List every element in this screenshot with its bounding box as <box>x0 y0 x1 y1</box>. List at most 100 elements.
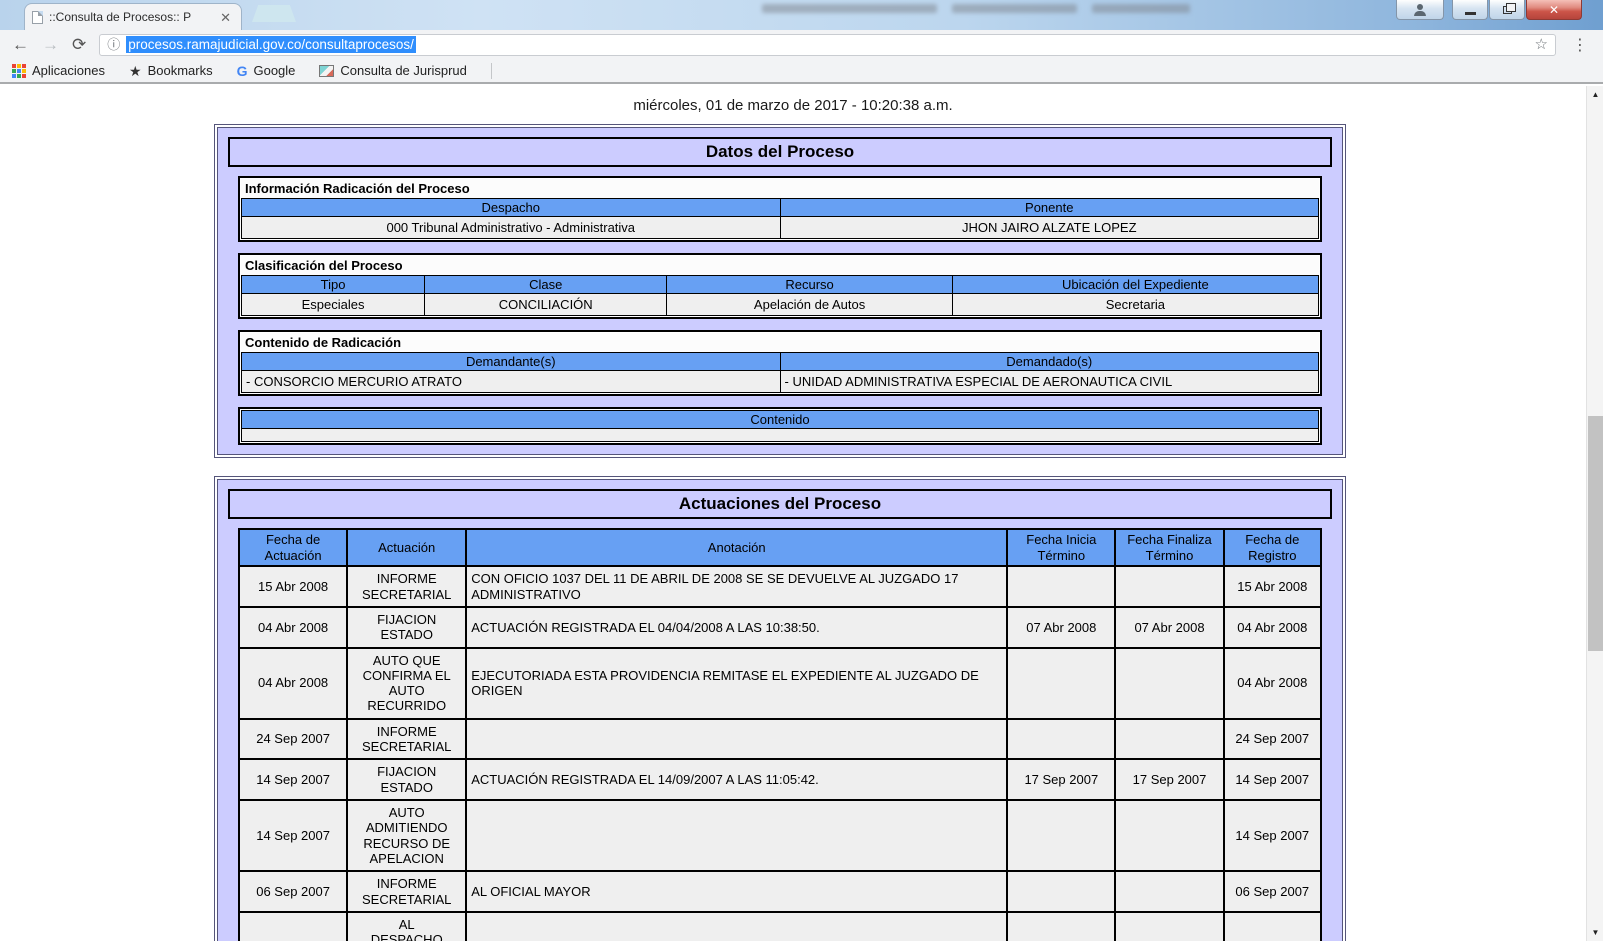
restore-icon <box>1503 6 1512 14</box>
anotacion-cell <box>466 719 1007 760</box>
actuacion-cell: INFORME SECRETARIAL <box>347 719 466 760</box>
fecha-finaliza-cell <box>1115 912 1223 941</box>
actuacion-cell: AUTO ADMITIENDO RECURSO DE APELACION <box>347 800 466 871</box>
fecha-registro-cell: 14 Sep 2007 <box>1224 759 1321 800</box>
anotacion-cell: CON OFICIO 1037 DEL 11 DE ABRIL DE 2008 … <box>466 566 1007 607</box>
actuaciones-table-body: 15 Abr 2008 INFORME SECRETARIAL CON OFICIO… <box>239 566 1321 941</box>
fecha-actuacion-cell: 14 Sep 2007 <box>239 800 347 871</box>
column-header-demandantes: Demandante(s) <box>242 353 781 371</box>
actuacion-cell: FIJACION ESTADO <box>347 759 466 800</box>
actuacion-cell: FIJACION ESTADO <box>347 607 466 648</box>
column-header-recurso: Recurso <box>667 276 952 294</box>
bookmark-apps[interactable]: Aplicaciones <box>12 63 105 78</box>
page-favicon <box>32 11 43 24</box>
apps-grid-icon <box>12 64 26 78</box>
fecha-actuacion-cell: 04 Abr 2008 <box>239 607 347 648</box>
column-header-tipo: Tipo <box>242 276 425 294</box>
column-header-despacho: Despacho <box>242 199 781 217</box>
fecha-finaliza-cell <box>1115 800 1223 871</box>
fecha-finaliza-cell: 17 Sep 2007 <box>1115 759 1223 800</box>
bookmark-google[interactable]: G Google <box>237 63 296 78</box>
column-header-demandados: Demandado(s) <box>780 353 1319 371</box>
page-info-icon[interactable]: ⓘ <box>107 38 120 51</box>
chrome-menu-icon[interactable]: ⋮ <box>1569 35 1591 55</box>
fecha-actuacion-cell: 24 Sep 2007 <box>239 719 347 760</box>
maximize-button[interactable] <box>1489 0 1525 20</box>
fecha-inicia-cell <box>1007 566 1115 607</box>
bookmarks-separator <box>491 63 492 79</box>
minimize-icon <box>1465 12 1476 15</box>
fecha-inicia-cell <box>1007 912 1115 941</box>
section-label: Clasificación del Proceso <box>241 256 1319 275</box>
actuaciones-panel: Actuaciones del Proceso Fecha de Actuaci… <box>214 476 1346 941</box>
fecha-inicia-cell: 07 Abr 2008 <box>1007 607 1115 648</box>
bookmark-bookmarks[interactable]: ★ Bookmarks <box>129 63 213 78</box>
scrollbar-thumb[interactable] <box>1588 416 1603 651</box>
actuacion-cell: AUTO QUE CONFIRMA EL AUTO RECURRIDO <box>347 648 466 719</box>
background-window-text <box>762 4 937 13</box>
minimize-button[interactable] <box>1452 0 1488 20</box>
fecha-actuacion-cell: 04 Abr 2008 <box>239 648 347 719</box>
column-header-fecha-actuacion: Fecha de Actuación <box>239 529 347 566</box>
fecha-finaliza-cell <box>1115 566 1223 607</box>
browser-toolbar: ← → ⟳ ⓘ procesos.ramajudicial.gov.co/con… <box>0 30 1603 59</box>
url-text: procesos.ramajudicial.gov.co/consultapro… <box>126 36 416 53</box>
background-window-text <box>952 4 1077 13</box>
window-titlebar: ::Consulta de Procesos:: P ✕ ✕ <box>0 0 1603 30</box>
fecha-finaliza-cell <box>1115 871 1223 912</box>
datos-proceso-panel: Datos del Proceso Información Radicación… <box>214 124 1346 458</box>
bookmark-star-icon[interactable]: ☆ <box>1535 37 1548 52</box>
fecha-actuacion-cell: 15 Abr 2008 <box>239 566 347 607</box>
anotacion-cell: EJECUTORIADA ESTA PROVIDENCIA REMITASE E… <box>466 648 1007 719</box>
info-radicacion-section: Información Radicación del Proceso Despa… <box>238 176 1322 242</box>
anotacion-cell <box>466 800 1007 871</box>
scroll-down-icon[interactable]: ▼ <box>1587 924 1603 941</box>
column-header-ponente: Ponente <box>780 199 1319 217</box>
fecha-registro-cell: 04 Abr 2008 <box>1224 648 1321 719</box>
bookmark-label: Bookmarks <box>148 63 213 78</box>
page-viewport: miércoles, 01 de marzo de 2017 - 10:20:3… <box>0 86 1586 941</box>
picture-icon <box>319 65 334 77</box>
recurso-value: Apelación de Autos <box>667 294 952 316</box>
fecha-finaliza-cell <box>1115 648 1223 719</box>
browser-tab[interactable]: ::Consulta de Procesos:: P ✕ <box>24 3 242 30</box>
fecha-inicia-cell <box>1007 871 1115 912</box>
actuacion-row: 14 Sep 2007AUTO ADMITIENDO RECURSO DE AP… <box>239 800 1321 871</box>
bookmark-label: Aplicaciones <box>32 63 105 78</box>
actuacion-row: 04 Abr 2008AUTO QUE CONFIRMA EL AUTO REC… <box>239 648 1321 719</box>
tipo-value: Especiales <box>242 294 425 316</box>
close-button[interactable]: ✕ <box>1526 0 1582 20</box>
anotacion-cell: ACTUACIÓN REGISTRADA EL 14/09/2007 A LAS… <box>466 759 1007 800</box>
actuaciones-header-row: Fecha de Actuación Actuación Anotación F… <box>239 529 1321 566</box>
fecha-registro-cell: 14 Sep 2007 <box>1224 800 1321 871</box>
actuacion-row: 04 Abr 2008FIJACION ESTADOACTUACIÓN REGI… <box>239 607 1321 648</box>
actuacion-row: 06 Sep 2007INFORME SECRETARIALAL OFICIAL… <box>239 871 1321 912</box>
fecha-inicia-cell <box>1007 800 1115 871</box>
anotacion-cell <box>466 912 1007 941</box>
page-datetime: miércoles, 01 de marzo de 2017 - 10:20:3… <box>0 86 1586 124</box>
fecha-finaliza-cell <box>1115 719 1223 760</box>
tab-title: ::Consulta de Procesos:: P <box>49 10 211 24</box>
contenido-section: Contenido <box>238 407 1322 445</box>
person-icon <box>1413 4 1427 16</box>
fecha-finaliza-cell: 07 Abr 2008 <box>1115 607 1223 648</box>
actuacion-row: 05 Sep 2007AL DESPACHO POR REPARTO 05 Se… <box>239 912 1321 941</box>
column-header-clase: Clase <box>425 276 667 294</box>
page-scrollbar[interactable]: ▲ ▼ <box>1586 86 1603 941</box>
anotacion-cell: AL OFICIAL MAYOR <box>466 871 1007 912</box>
fecha-actuacion-cell: 14 Sep 2007 <box>239 759 347 800</box>
contenido-radicacion-section: Contenido de Radicación Demandante(s) De… <box>238 330 1322 396</box>
column-header-fecha-inicia: Fecha Inicia Término <box>1007 529 1115 566</box>
profile-button[interactable] <box>1396 0 1444 20</box>
reload-button[interactable]: ⟳ <box>72 36 86 53</box>
back-button[interactable]: ← <box>12 36 29 53</box>
demandados-value: - UNIDAD ADMINISTRATIVA ESPECIAL DE AERO… <box>780 371 1319 393</box>
fecha-actuacion-cell: 06 Sep 2007 <box>239 871 347 912</box>
address-bar[interactable]: ⓘ procesos.ramajudicial.gov.co/consultap… <box>99 34 1556 56</box>
tab-close-icon[interactable]: ✕ <box>217 10 234 25</box>
forward-button[interactable]: → <box>42 36 59 53</box>
bookmark-jurisprudencia[interactable]: Consulta de Jurisprud <box>319 63 466 78</box>
column-header-actuacion: Actuación <box>347 529 466 566</box>
new-tab-button[interactable] <box>252 5 296 22</box>
scroll-up-icon[interactable]: ▲ <box>1587 86 1603 103</box>
